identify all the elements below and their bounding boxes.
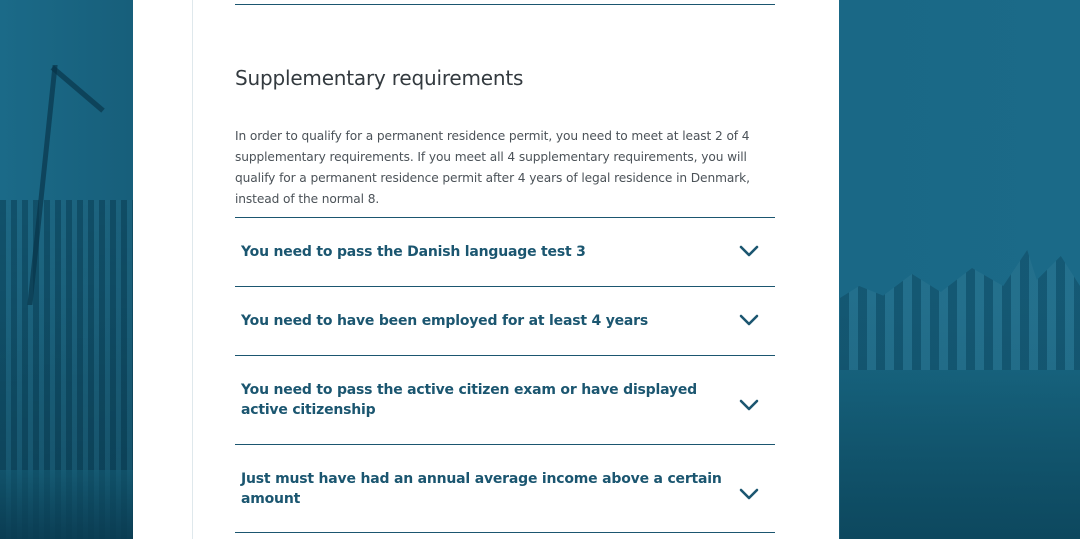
top-divider: [235, 4, 775, 5]
accordion-item-label: You need to have been employed for at le…: [241, 313, 649, 329]
background-water-left: [0, 470, 135, 539]
accordion-item-label: You need to pass the active citizen exam…: [241, 382, 697, 418]
background-water-right: [840, 370, 1080, 539]
accordion-item-label: You need to pass the Danish language tes…: [241, 244, 586, 260]
accordion-item-active-citizen[interactable]: You need to pass the active citizen exam…: [235, 355, 775, 444]
accordion-item-danish-test[interactable]: You need to pass the Danish language tes…: [235, 217, 775, 286]
section-intro: In order to qualify for a permanent resi…: [235, 129, 750, 206]
requirements-accordion: You need to pass the Danish language tes…: [235, 217, 775, 533]
accordion-item-employment[interactable]: You need to have been employed for at le…: [235, 286, 775, 355]
chevron-down-icon[interactable]: [739, 487, 759, 501]
chevron-down-icon[interactable]: [739, 313, 759, 327]
panel-vertical-rule: [192, 0, 193, 539]
accordion-item-label: Just must have had an annual average inc…: [241, 470, 722, 507]
chevron-down-icon[interactable]: [739, 398, 759, 412]
chevron-down-icon[interactable]: [739, 244, 759, 258]
accordion-item-income[interactable]: Just must have had an annual average inc…: [235, 444, 775, 533]
section-title: Supplementary requirements: [235, 66, 524, 90]
